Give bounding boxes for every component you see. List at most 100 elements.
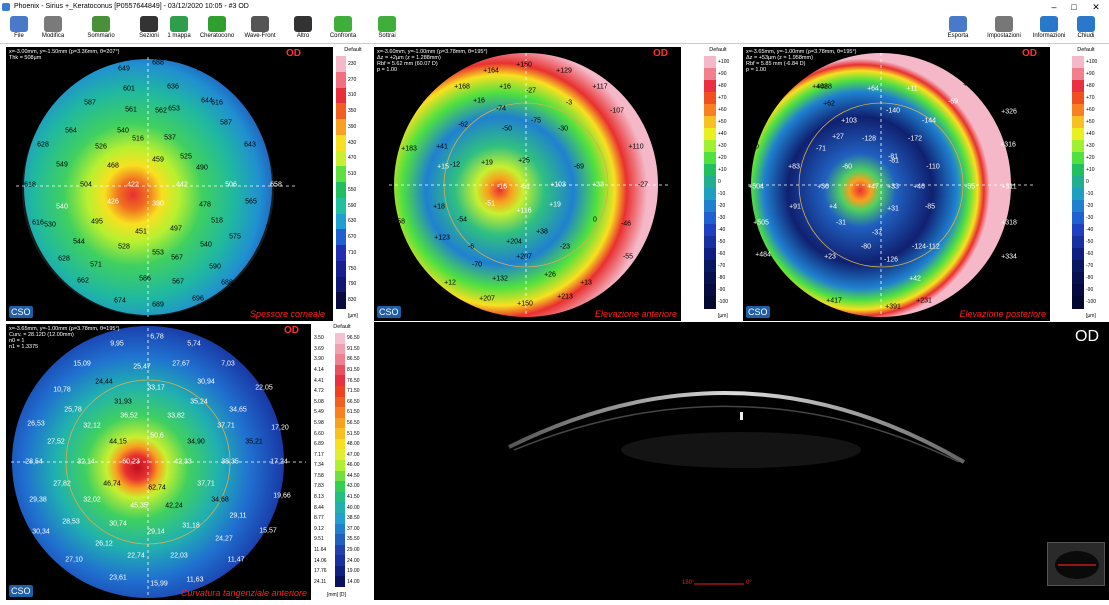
toolbar-button-compare[interactable]: Confronta [326, 14, 360, 44]
scale-tick: 310 [348, 92, 357, 99]
toolbar-button-edit[interactable]: Modifica [36, 14, 70, 44]
map-value-label: 38,35 [221, 458, 239, 466]
cornea-section-image [508, 391, 966, 585]
eye-label: OD [286, 48, 301, 59]
scale-swatch [1072, 224, 1084, 237]
settings-icon [995, 16, 1013, 32]
toolbar-button-summary[interactable]: Sommario [84, 14, 118, 44]
map-value-label: +366 [963, 81, 979, 89]
scale-tick: 630 [348, 218, 357, 225]
toolbar-button-label: Esporta [947, 33, 969, 39]
map-value-label: 544 [73, 238, 85, 246]
map-value-label: 22,74 [127, 552, 145, 560]
map-value-label: 564 [65, 127, 77, 135]
map-value-label: -6 [467, 243, 475, 251]
scale-swatch [1072, 272, 1084, 285]
compare-icon [334, 16, 352, 32]
map-value-label: +316 [1000, 141, 1016, 149]
toolbar-button-subtract[interactable]: Sottrai [370, 14, 404, 44]
map-value-label: -16 [496, 183, 508, 191]
scale-swatch [336, 182, 346, 199]
close-window-button[interactable]: ✕ [1086, 0, 1106, 14]
scale-tick: +90 [718, 71, 727, 77]
map-value-label: 11,63 [186, 576, 204, 584]
map-value-label: +183 [401, 145, 417, 153]
scale-tick: +80 [1086, 83, 1095, 89]
scale-tick-d: 81.50 [347, 367, 360, 374]
map-value-label: 32,14 [77, 458, 95, 466]
scale-tick-mm: 14.06 [314, 557, 327, 564]
sections-icon [140, 16, 158, 32]
map-value-label: 674 [114, 297, 126, 305]
toolbar-button-info[interactable]: Informazioni [1030, 14, 1068, 44]
scale-tick-d: 86.50 [347, 356, 360, 363]
eye-thumbnail[interactable] [1047, 542, 1105, 586]
info-icon [1040, 16, 1058, 32]
map-value-label: 540 [56, 203, 68, 211]
scale-swatch [704, 188, 716, 201]
info-line: Thk = 508µm [9, 55, 42, 61]
curvature-map-panel[interactable]: x=-3.65mm, y=-1.00mm (ρ=3.78mm, θ=195°) … [6, 324, 311, 600]
scale-swatch [335, 460, 345, 472]
scale-header: Default [344, 47, 362, 53]
map-value-label: -61 [519, 183, 531, 191]
scale-tick-mm: 4.14 [314, 367, 324, 374]
scale-tick: 830 [348, 297, 357, 304]
scale-swatch [1072, 236, 1084, 249]
minimize-button[interactable]: – [1044, 0, 1064, 14]
map-value-label: 9,95 [110, 340, 124, 348]
scale-swatch [1072, 56, 1084, 69]
toolbar-button-sections[interactable]: Sezioni [132, 14, 166, 44]
toolbar-button-settings[interactable]: Impostazioni [982, 14, 1026, 44]
toolbar-button-close[interactable]: Chiudi [1070, 14, 1102, 44]
map-value-label: -69 [947, 98, 959, 106]
map-value-label: 528 [118, 243, 130, 251]
map-value-label: -30 [557, 125, 569, 133]
thickness-map-panel[interactable]: x=-3.00mm, y=-1.50mm (ρ=3.36mm, θ=207°) … [6, 47, 333, 321]
map-value-label: 37,71 [217, 422, 235, 430]
scale-tick: 0 [718, 179, 721, 185]
scale-tick-mm: 8.77 [314, 515, 324, 522]
map-value-label: -60 [841, 163, 853, 171]
map-value-label: -12 [449, 161, 461, 169]
map-value-label: 497 [170, 225, 182, 233]
scale-tick: 670 [348, 234, 357, 241]
curvature-color-scale: Default 3.50 3.69 3.90 4.14 4.41 4.72 5.08 5.49 5… [313, 324, 371, 600]
scale-tick: -50 [718, 239, 726, 245]
scheimpflug-image-panel[interactable]: OD 180° 0° [374, 322, 1109, 600]
scale-swatch [336, 166, 346, 183]
scale-swatch [335, 576, 345, 588]
posterior-info: x=-3.65mm, y=-1.00mm (ρ=3.78mm, θ=195°) … [746, 49, 856, 73]
summary-icon [92, 16, 110, 32]
scale-tick-d: 29.00 [347, 546, 360, 553]
toolbar-button-more[interactable]: Altro [286, 14, 320, 44]
map-value-label: 549 [56, 161, 68, 169]
map-value-label: -140 [885, 107, 901, 115]
map-value-label: -112 [926, 243, 940, 251]
map-value-label: 636 [167, 83, 179, 91]
map-value-label: 565 [245, 198, 257, 206]
maximize-button[interactable]: □ [1064, 0, 1084, 14]
scale-right-label: 0° [746, 580, 752, 586]
map-value-label: 688 [221, 279, 233, 287]
toolbar-button-label: Altro [296, 33, 310, 39]
map-value-label: 22,05 [255, 384, 273, 392]
toolbar-button-wavefront[interactable]: Wave-Front [238, 14, 282, 44]
map-value-label: +213 [557, 293, 573, 301]
map-value-label: 653 [168, 105, 180, 113]
single-map-icon [170, 16, 188, 32]
toolbar-button-file[interactable]: File [2, 14, 36, 44]
toolbar-button-keratoconus[interactable]: Cheratocono [196, 14, 238, 44]
map-value-label: 575 [229, 233, 241, 241]
map-title: Curvatura tangenziale anteriore [180, 588, 307, 598]
toolbar-button-export[interactable]: Esporta [942, 14, 974, 44]
map-value-label: 628 [37, 141, 49, 149]
scale-left-label: 180° [682, 580, 695, 586]
posterior-elevation-panel[interactable]: x=-3.65mm, y=-1.00mm (ρ=3.78mm, θ=195°) … [743, 47, 1050, 321]
map-value-label: 15,57 [259, 527, 277, 535]
anterior-elevation-panel[interactable]: x=-3.60mm, y=-1.00mm (ρ=3.78mm, θ=195°) … [374, 47, 681, 321]
toolbar-button-single-map[interactable]: 1 mappa [162, 14, 196, 44]
subtract-icon [378, 16, 396, 32]
map-value-label: 62,74 [148, 484, 166, 492]
scale-swatch [1072, 284, 1084, 297]
